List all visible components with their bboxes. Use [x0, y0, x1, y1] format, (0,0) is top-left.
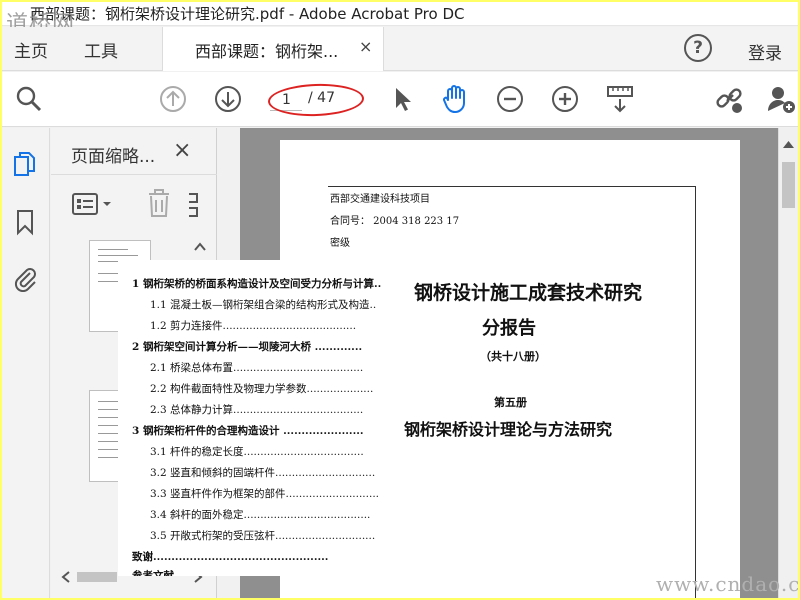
close-panel-icon[interactable]: × — [173, 138, 191, 163]
toc-line: 3.4 斜杆的面外稳定.............................… — [150, 509, 371, 521]
volume-count: （共十八册） — [480, 350, 546, 363]
toc-line: 1.2 剪力连接件...............................… — [150, 320, 357, 332]
header-line-project: 西部交通建设科技项目 — [330, 194, 430, 205]
toc-line: 2 钢桁架空间计算分析——坝陵河大桥 ............. — [132, 341, 363, 353]
header-line-security: 密级 — [330, 238, 350, 249]
toc-line: 2.2 构件截面特性及物理力学参数.................... — [150, 383, 374, 395]
document-tab[interactable]: 西部课题：钢桁架... × — [162, 27, 384, 71]
title-bar: 西部课题：钢桁架桥设计理论研究.pdf - Adobe Acrobat Pro … — [2, 2, 798, 37]
page-down-icon[interactable] — [213, 84, 243, 114]
volume-number: 第五册 — [494, 396, 527, 409]
toc-line: 2.3 总体静力计算..............................… — [150, 404, 364, 416]
toc-line: 3.1 杆件的稳定长度.............................… — [150, 446, 364, 458]
thumbnail-text-line — [98, 249, 128, 250]
acrobat-window: 西部课题：钢桁架桥设计理论研究.pdf - Adobe Acrobat Pro … — [2, 2, 798, 598]
window-title: 西部课题：钢桁架桥设计理论研究.pdf - Adobe Acrobat Pro … — [30, 5, 465, 23]
login-button[interactable]: 登录 — [748, 39, 782, 64]
toc-line: 3.3 竖直杆件作为框架的部件.........................… — [150, 488, 379, 500]
home-tab[interactable]: 主页 — [14, 37, 48, 62]
toc-line: 3.5 开敞式桁架的受压弦杆..........................… — [150, 530, 376, 542]
toc-line: 1.1 混凝土板—钢桁架组合梁的结构形式及构造.. — [150, 299, 377, 311]
search-icon[interactable] — [14, 84, 44, 114]
table-of-contents-overlay: 1 钢桁架桥的桥面系构造设计及空间受力分析与计算.. 1.1 混凝土板—钢桁架组… — [118, 260, 394, 576]
report-main-title: 钢桥设计施工成套技术研究 — [414, 282, 643, 304]
toc-line: 3.2 竖直和倾斜的固端杆件..........................… — [150, 467, 376, 479]
toc-line: 致谢......................................… — [132, 551, 329, 563]
toc-line: 参考文献 — [132, 570, 174, 576]
share-link-icon[interactable] — [714, 84, 744, 114]
scroll-up-arrow-icon[interactable] — [782, 138, 795, 150]
add-user-icon[interactable] — [766, 84, 796, 114]
site-watermark: www.cndao.com — [656, 572, 798, 596]
close-tab-icon[interactable]: × — [359, 37, 372, 56]
bookmark-icon[interactable] — [11, 208, 39, 236]
more-tools-icon[interactable] — [187, 190, 201, 220]
menu-bar: 主页 工具 西部课题：钢桁架... × ? 登录 — [2, 27, 798, 71]
zoom-in-icon[interactable] — [550, 84, 580, 114]
tools-tab[interactable]: 工具 — [84, 37, 118, 62]
help-icon[interactable]: ? — [684, 34, 712, 62]
hand-tool-icon[interactable] — [440, 84, 470, 114]
volume-title: 钢桁架桥设计理论与方法研究 — [404, 420, 613, 439]
toc-line: 1 钢桁架桥的桥面系构造设计及空间受力分析与计算.. — [132, 278, 382, 290]
red-annotation-circle — [267, 82, 365, 118]
toc-line: 2.1 桥梁总体布置..............................… — [150, 362, 364, 374]
page-up-icon[interactable] — [158, 84, 188, 114]
toolbar: 1 / 47 — [2, 72, 798, 127]
thumbnail-text-line — [98, 255, 138, 256]
report-subtitle: 分报告 — [482, 318, 536, 339]
fit-page-icon[interactable] — [605, 84, 635, 114]
left-navigation-rail — [2, 128, 50, 598]
page-thumbnails-icon[interactable] — [11, 150, 39, 178]
scrollbar-thumb[interactable] — [782, 162, 795, 208]
thumbnail-options-icon[interactable] — [71, 190, 115, 218]
select-arrow-icon[interactable] — [388, 84, 418, 114]
zoom-out-icon[interactable] — [495, 84, 525, 114]
delete-page-icon[interactable] — [147, 188, 171, 218]
panel-divider — [51, 174, 217, 175]
attachment-icon[interactable] — [11, 264, 39, 292]
toc-line: 3 钢桁架桁杆件的合理构造设计 ...................... — [132, 425, 364, 437]
document-vertical-scrollbar[interactable] — [778, 128, 798, 598]
document-tab-label: 西部课题：钢桁架... — [195, 42, 339, 61]
panel-title: 页面缩略... — [71, 147, 156, 167]
header-line-contract: 合同号： 2004 318 223 17 — [330, 216, 460, 227]
